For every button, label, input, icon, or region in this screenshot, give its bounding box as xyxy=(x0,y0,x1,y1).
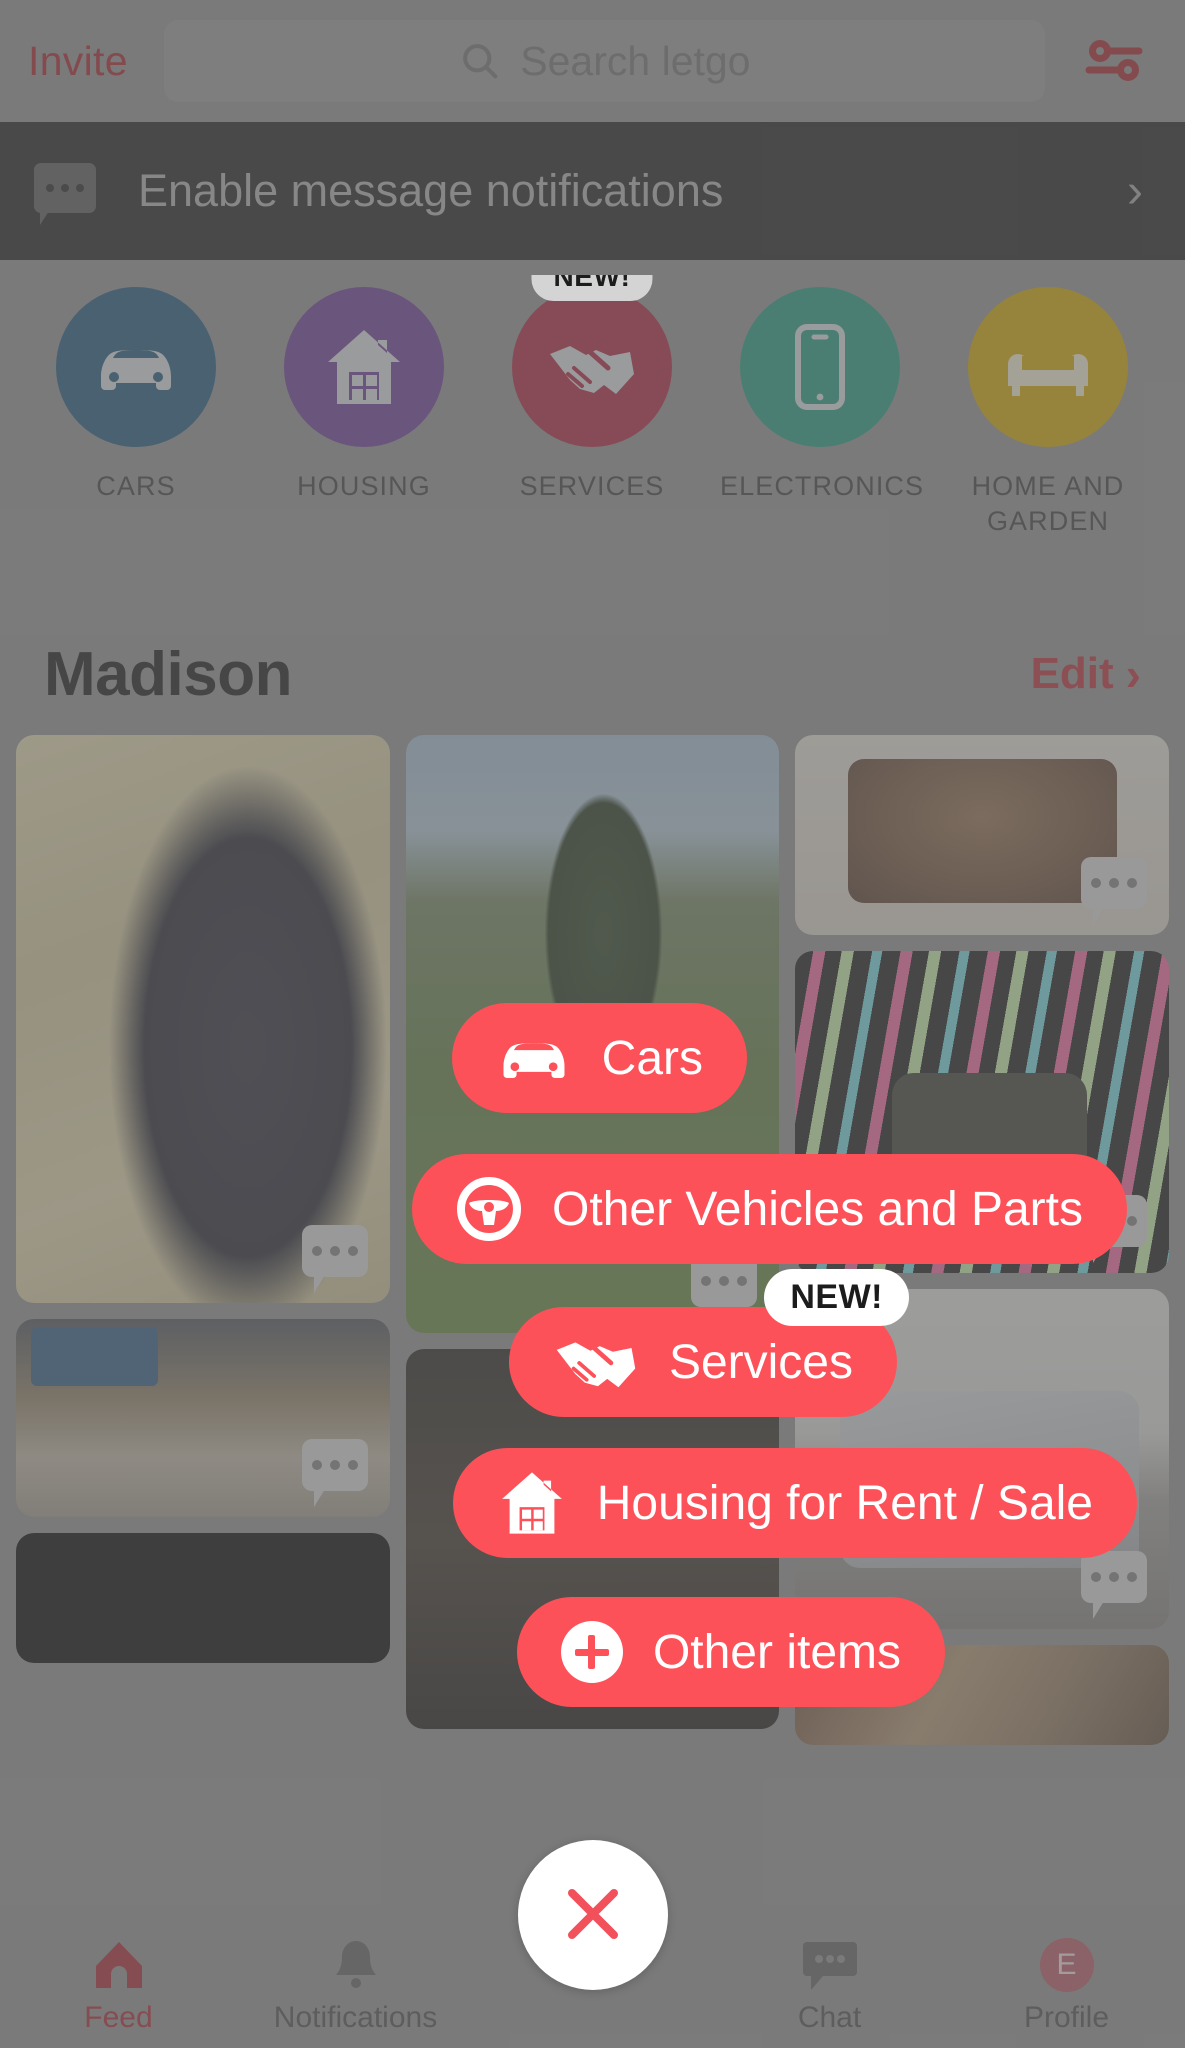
fab-new-badge: NEW! xyxy=(764,1269,909,1326)
tab-label: Feed xyxy=(84,2001,153,2034)
fab-option-other-vehicles-and-parts[interactable]: Other Vehicles and Parts xyxy=(412,1154,1127,1264)
letgo-app-screen: Invite Search letgo Enable message notif… xyxy=(0,0,1185,2048)
chat-badge-icon[interactable] xyxy=(301,1225,368,1293)
car-icon xyxy=(56,287,216,447)
chat-bubble-icon xyxy=(801,1939,859,1991)
house-icon xyxy=(284,287,444,447)
listing-card-carved-jewelry-box[interactable] xyxy=(795,735,1170,935)
chat-badge-icon[interactable] xyxy=(1081,1551,1148,1619)
home-icon xyxy=(92,1939,146,1991)
enable-notifications-banner[interactable]: Enable message notifications › xyxy=(0,122,1185,260)
category-item-home-and-garden[interactable]: HOME AND GARDEN xyxy=(934,275,1162,580)
chat-bubble-icon xyxy=(34,163,96,225)
category-label: LE xyxy=(1176,469,1185,504)
tab-label: Chat xyxy=(797,2001,862,2034)
chat-badge-icon[interactable] xyxy=(1081,857,1148,925)
plus-circle-icon xyxy=(560,1621,623,1683)
tab-label: Profile xyxy=(1023,2001,1110,2034)
category-item-housing[interactable]: HOUSING xyxy=(250,275,478,580)
avatar-icon: E xyxy=(1039,1938,1094,1992)
category-item-cars[interactable]: CARS xyxy=(22,275,250,580)
fab-option-housing-for-rent-sale[interactable]: Housing for Rent / Sale xyxy=(452,1448,1137,1558)
category-label: CARS xyxy=(96,471,176,501)
house-icon xyxy=(497,1469,567,1537)
tab-feed[interactable]: Feed xyxy=(0,1939,237,2035)
category-label: ELECTRONICS xyxy=(720,471,925,501)
fab-option-label: Housing for Rent / Sale xyxy=(596,1476,1093,1530)
top-search-bar: Invite Search letgo xyxy=(0,0,1185,122)
listing-card-samsung-galaxy-phone[interactable] xyxy=(16,735,390,1303)
chevron-right-icon: › xyxy=(1127,164,1143,218)
chat-badge-icon[interactable] xyxy=(301,1439,368,1507)
close-fab-menu-button[interactable] xyxy=(517,1840,668,1990)
listing-card-wooden-shelf-unit[interactable] xyxy=(16,1319,390,1517)
fab-option-cars[interactable]: Cars xyxy=(451,1003,747,1113)
chevron-right-icon: › xyxy=(1125,648,1141,700)
bell-icon xyxy=(333,1939,379,1991)
listing-card-black-item[interactable] xyxy=(16,1533,390,1663)
tab-profile[interactable]: E Profile xyxy=(948,1938,1185,2035)
steering-wheel-icon xyxy=(456,1176,522,1242)
category-item-electronics[interactable]: ELECTRONICS xyxy=(706,275,934,580)
category-item-leisure[interactable]: LE xyxy=(1162,275,1185,580)
feed-column-1 xyxy=(16,735,390,1925)
tab-chat[interactable]: Chat xyxy=(711,1939,948,2035)
smartphone-icon xyxy=(740,287,900,447)
close-x-icon xyxy=(556,1877,630,1954)
sofa-icon xyxy=(968,287,1128,447)
edit-label: Edit xyxy=(1030,649,1114,698)
category-label: SERVICES xyxy=(519,471,665,501)
category-label: HOME AND GARDEN xyxy=(971,471,1125,536)
search-icon xyxy=(458,39,502,83)
location-row: Madison Edit › xyxy=(0,618,1185,730)
handshake-icon xyxy=(553,1329,639,1395)
fab-option-label: Other Vehicles and Parts xyxy=(552,1182,1083,1236)
notification-banner-text: Enable message notifications xyxy=(138,165,724,216)
filter-sliders-icon xyxy=(1083,36,1145,87)
category-label: HOUSING xyxy=(297,471,431,501)
fab-option-label: Other items xyxy=(652,1625,901,1679)
edit-location-button[interactable]: Edit › xyxy=(1031,647,1141,701)
fab-option-label: Cars xyxy=(601,1031,703,1085)
tab-label: Notifications xyxy=(273,2001,438,2034)
fab-option-label: Services xyxy=(668,1335,853,1389)
fab-option-services[interactable]: NEW! Services xyxy=(508,1269,909,1417)
car-icon xyxy=(496,1031,572,1085)
invite-button[interactable]: Invite xyxy=(28,38,138,85)
category-new-badge: NEW! xyxy=(531,275,653,301)
fab-option-other-items[interactable]: Other items xyxy=(516,1597,945,1707)
category-item-services[interactable]: NEW! SERVICES xyxy=(478,275,706,580)
search-placeholder-text: Search letgo xyxy=(520,37,751,84)
search-input[interactable]: Search letgo xyxy=(163,20,1045,102)
tab-notifications[interactable]: Notifications xyxy=(237,1939,474,2035)
category-strip[interactable]: CARS HOUSING NEW! SERVICES ELECTRONICS H… xyxy=(0,275,1185,580)
filter-button[interactable] xyxy=(1071,18,1157,104)
handshake-icon xyxy=(512,287,672,447)
avatar: E xyxy=(1039,1938,1094,1992)
page-title: Madison xyxy=(44,639,292,709)
